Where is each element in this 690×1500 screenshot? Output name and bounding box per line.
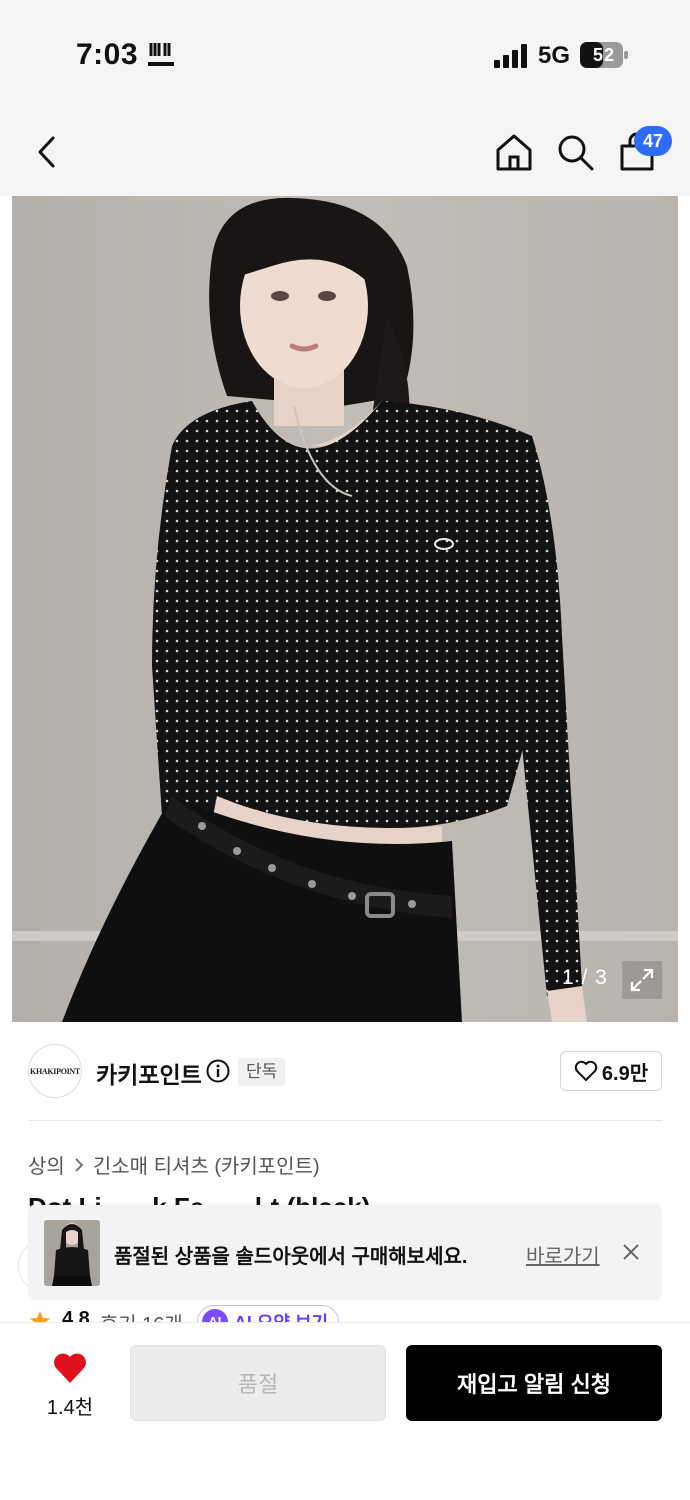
breadcrumb: 상의 긴소매 티셔츠 (카키포인트) — [28, 1150, 320, 1179]
toast-thumbnail-image — [44, 1220, 100, 1286]
soldout-button: 품절 — [130, 1345, 386, 1421]
heart-filled-icon — [54, 1353, 86, 1383]
toast-thumbnail — [44, 1220, 100, 1286]
wishlist-button[interactable]: 1.4천 — [30, 1347, 110, 1423]
product-photo — [12, 196, 678, 1022]
cart-count-badge: 47 — [634, 126, 672, 156]
product-image-gallery[interactable] — [12, 196, 678, 1022]
info-icon[interactable] — [206, 1059, 230, 1083]
section-divider — [28, 1120, 662, 1121]
search-button[interactable] — [553, 130, 597, 174]
breadcrumb-item-tops[interactable]: 상의 — [28, 1150, 65, 1179]
image-counter: 1 / 3 — [562, 966, 608, 989]
wishlist-count: 1.4천 — [46, 1397, 94, 1419]
expand-image-button[interactable] — [622, 961, 662, 999]
status-bar: 7:03 5G 52 — [0, 0, 690, 110]
expand-icon — [630, 968, 654, 992]
app-notification-icon — [148, 43, 174, 66]
toast-go-link[interactable]: 바로가기 — [526, 1240, 600, 1269]
back-button[interactable] — [26, 130, 70, 174]
status-time: 7:03 — [76, 38, 139, 71]
chevron-left-icon — [38, 136, 55, 168]
top-navigation: 47 — [0, 110, 690, 196]
home-button[interactable] — [492, 130, 536, 174]
close-icon[interactable] — [620, 1241, 642, 1263]
brand-like-count: 6.9만 — [601, 1062, 649, 1085]
home-icon — [496, 134, 532, 171]
brand-logo-text: KHAKIPOINT — [30, 1066, 80, 1076]
battery-level: 52 — [592, 45, 616, 65]
search-icon — [558, 135, 594, 171]
exclusive-badge: 단독 — [238, 1058, 286, 1086]
chevron-right-icon — [75, 1157, 84, 1172]
bottom-action-bar: 1.4천 품절 재입고 알림 신청 — [0, 1322, 690, 1500]
heart-outline-icon — [574, 1060, 598, 1081]
brand-like-button[interactable]: 6.9만 — [560, 1051, 662, 1091]
brand-name[interactable]: 카키포인트 — [96, 1056, 202, 1090]
network-type: 5G — [538, 42, 571, 69]
breadcrumb-item-long-sleeve[interactable]: 긴소매 티셔츠 (카키포인트) — [93, 1150, 320, 1179]
toast-message: 품절된 상품을 솔드아웃에서 구매해보세요. — [114, 1246, 468, 1268]
cellular-signal-icon — [494, 44, 527, 68]
brand-logo[interactable]: KHAKIPOINT — [28, 1044, 82, 1098]
soldout-toast: 품절된 상품을 솔드아웃에서 구매해보세요. 바로가기 — [28, 1205, 662, 1300]
restock-notify-button[interactable]: 재입고 알림 신청 — [406, 1345, 662, 1421]
